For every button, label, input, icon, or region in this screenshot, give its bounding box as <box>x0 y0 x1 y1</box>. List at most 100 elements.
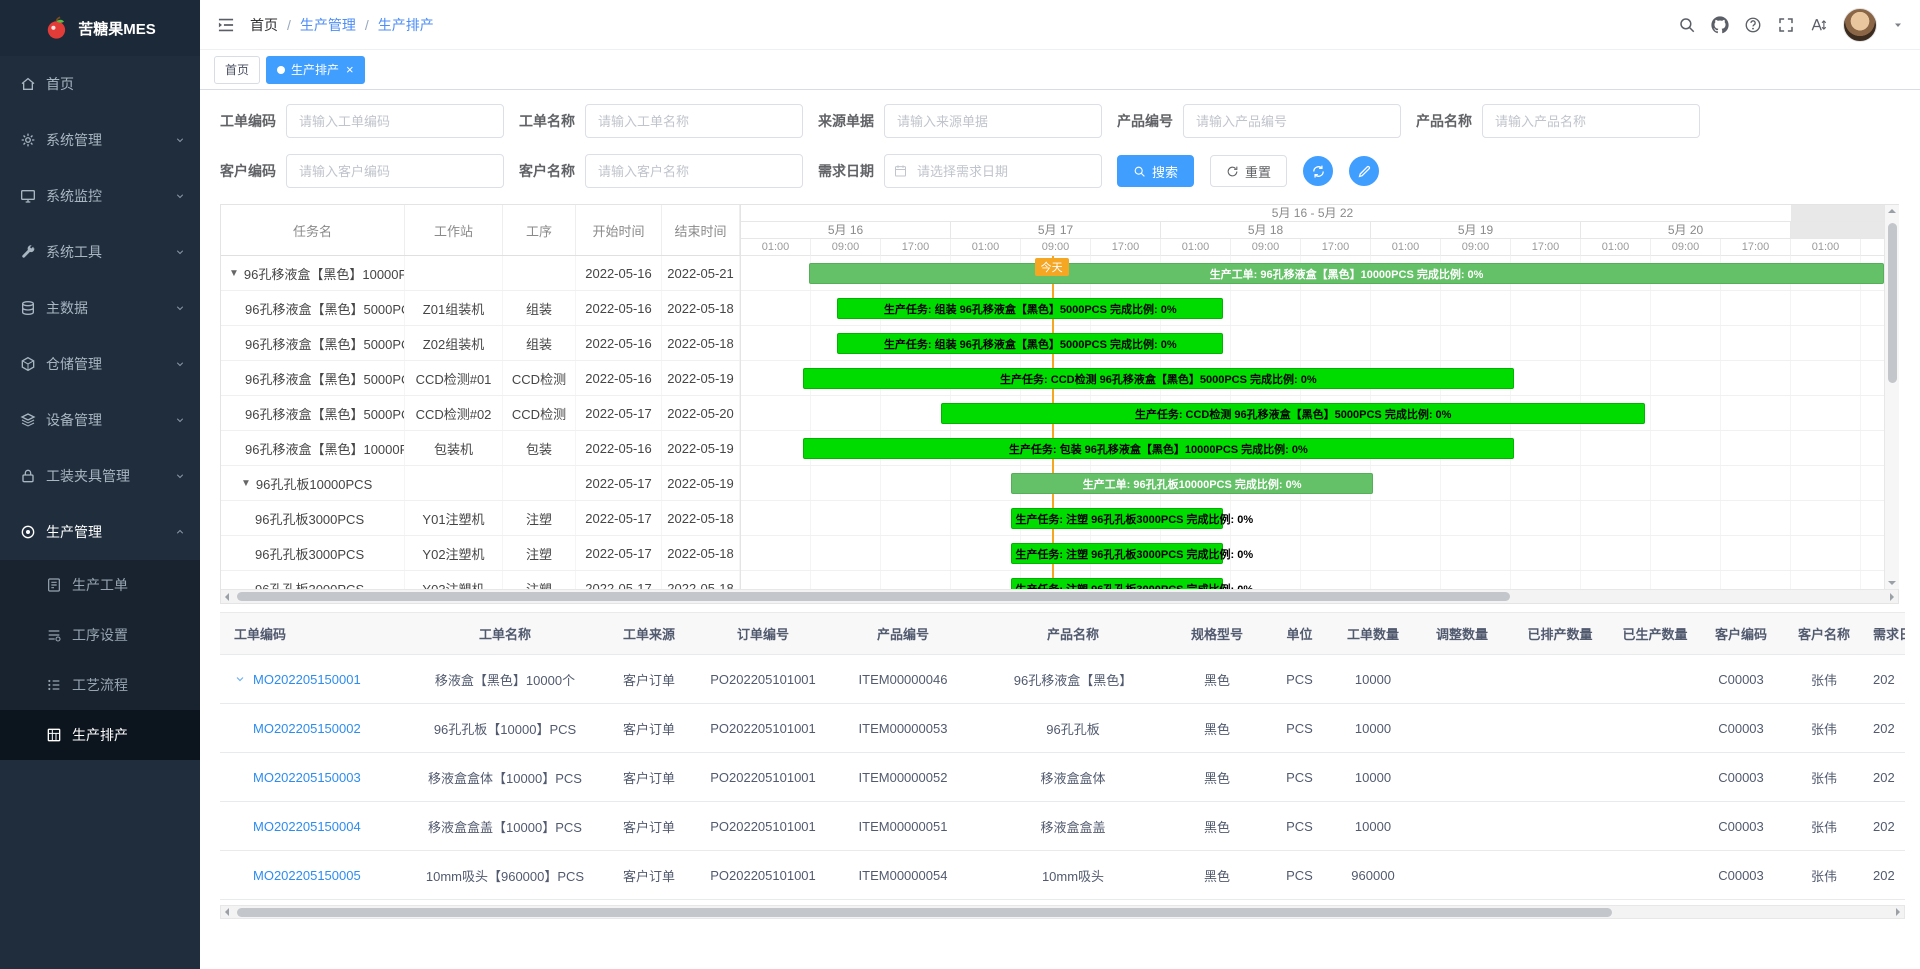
work-order-link[interactable]: MO202205150003 <box>253 770 361 785</box>
sidebar-item-home[interactable]: 首页 <box>0 56 200 112</box>
chevron-down-icon[interactable] <box>234 673 246 685</box>
filter-input-customer-code[interactable] <box>286 154 504 188</box>
gantt-task-row[interactable]: 96孔孔板3000PCSY01注塑机注塑2022-05-172022-05-18 <box>221 501 740 536</box>
filter-field-product-name: 产品名称 <box>1416 104 1700 138</box>
hamburger-icon[interactable] <box>216 15 236 35</box>
gantt-vertical-scrollbar[interactable] <box>1884 205 1899 589</box>
edit-button[interactable] <box>1349 156 1379 186</box>
collapse-icon[interactable]: ▼ <box>241 478 251 489</box>
filter-field-due-date: 需求日期 <box>818 154 1102 188</box>
work-order-row[interactable]: MO202205150003移液盒盒体【10000】PCS客户订单PO20220… <box>220 753 1905 802</box>
monitor-icon <box>20 188 36 204</box>
scroll-down-icon[interactable] <box>1888 581 1896 585</box>
work-order-row[interactable]: MO20220515000296孔孔板【10000】PCS客户订单PO20220… <box>220 704 1905 753</box>
filter-input-product-code[interactable] <box>1183 104 1401 138</box>
sidebar: 苦糖果MES 首页系统管理系统监控系统工具主数据仓储管理设备管理工装夹具管理生产… <box>0 0 200 969</box>
gantt-bar[interactable]: 生产工单: 96孔移液盒【黑色】10000PCS 完成比例: 0% <box>809 263 1884 284</box>
filter-input-source-doc[interactable] <box>884 104 1102 138</box>
sidebar-item-process-flow[interactable]: 工艺流程 <box>0 660 200 710</box>
work-order-row[interactable]: MO20220515000510mm吸头【960000】PCS客户订单PO202… <box>220 851 1905 900</box>
help-icon[interactable] <box>1744 16 1762 34</box>
gantt-hour-label: 01:00 <box>1791 239 1861 256</box>
sidebar-item-system[interactable]: 系统管理 <box>0 112 200 168</box>
scrollbar-thumb[interactable] <box>237 908 1612 917</box>
gantt-bar[interactable]: 生产任务: 组装 96孔移液盒【黑色】5000PCS 完成比例: 0% <box>837 298 1223 319</box>
gantt-column-header: 工作站 <box>405 205 503 255</box>
sidebar-item-production[interactable]: 生产管理 <box>0 504 200 560</box>
gear-icon <box>20 132 36 148</box>
work-order-link[interactable]: MO202205150005 <box>253 868 361 883</box>
table-column-header: 产品名称 <box>978 613 1168 655</box>
navbar-right <box>1678 8 1904 42</box>
filter-input-product-name[interactable] <box>1482 104 1700 138</box>
filter-input-work-order-name[interactable] <box>585 104 803 138</box>
breadcrumb-item-1[interactable]: 生产管理 <box>300 15 356 35</box>
filter-input-customer-name[interactable] <box>585 154 803 188</box>
github-icon[interactable] <box>1711 16 1729 34</box>
search-icon[interactable] <box>1678 16 1696 34</box>
work-order-link[interactable]: MO202205150002 <box>253 721 361 736</box>
sidebar-item-work-order[interactable]: 生产工单 <box>0 560 200 610</box>
search-button[interactable]: 搜索 <box>1117 155 1194 187</box>
sidebar-item-fixture[interactable]: 工装夹具管理 <box>0 448 200 504</box>
gantt-bar[interactable]: 生产任务: 组装 96孔移液盒【黑色】5000PCS 完成比例: 0% <box>837 333 1223 354</box>
gantt-task-row[interactable]: 96孔移液盒【黑色】5000PCSCCD检测#02CCD检测2022-05-17… <box>221 396 740 431</box>
avatar[interactable] <box>1843 8 1877 42</box>
sidebar-item-process-setting[interactable]: 工序设置 <box>0 610 200 660</box>
gantt-bar[interactable]: 生产任务: 包装 96孔移液盒【黑色】10000PCS 完成比例: 0% <box>803 438 1514 459</box>
gantt-task-row[interactable]: ▼96孔移液盒【黑色】10000PCS2022-05-162022-05-21 <box>221 256 740 291</box>
sidebar-item-tools[interactable]: 系统工具 <box>0 224 200 280</box>
gantt-horizontal-scrollbar[interactable] <box>221 589 1898 603</box>
gantt-task-row[interactable]: 96孔移液盒【黑色】5000PCSZ01组装机组装2022-05-162022-… <box>221 291 740 326</box>
collapse-icon[interactable]: ▼ <box>229 268 239 279</box>
scroll-left-icon[interactable] <box>225 908 229 916</box>
filter-label: 客户名称 <box>519 161 575 181</box>
table-horizontal-scrollbar[interactable] <box>220 905 1905 919</box>
sync-button[interactable] <box>1303 156 1333 186</box>
gantt-bar[interactable]: 生产任务: 注塑 96孔孔板3000PCS 完成比例: 0% <box>1011 508 1223 529</box>
breadcrumb-item-2[interactable]: 生产排产 <box>378 15 434 35</box>
breadcrumb-item-0[interactable]: 首页 <box>250 15 278 35</box>
work-order-row[interactable]: MO202205150001移液盒【黑色】10000个客户订单PO2022051… <box>220 655 1905 704</box>
tab-home[interactable]: 首页 <box>214 56 260 84</box>
gantt-task-row[interactable]: ▼96孔孔板10000PCS2022-05-172022-05-19 <box>221 466 740 501</box>
gantt-task-row[interactable]: 96孔孔板3000PCSY03注塑机注塑2022-05-172022-05-18 <box>221 571 740 589</box>
caret-down-icon[interactable] <box>1892 19 1904 31</box>
filter-input-work-order-code[interactable] <box>286 104 504 138</box>
scroll-right-icon[interactable] <box>1896 908 1900 916</box>
gantt-bar[interactable]: 生产任务: 注塑 96孔孔板3000PCS 完成比例: 0% <box>1011 543 1223 564</box>
filter-form: 工单编码工单名称来源单据产品编号产品名称客户编码客户名称需求日期搜索重置 <box>220 104 1920 188</box>
reset-button[interactable]: 重置 <box>1210 155 1287 187</box>
main-area: 首页/生产管理/生产排产 首页生产排产× 工单编码工单名称来源单据产品编号产品名… <box>200 0 1920 969</box>
filter-input-due-date[interactable] <box>884 154 1102 188</box>
sidebar-item-equipment[interactable]: 设备管理 <box>0 392 200 448</box>
gantt-bar[interactable]: 生产任务: CCD检测 96孔移液盒【黑色】5000PCS 完成比例: 0% <box>803 368 1514 389</box>
gantt-hour-label: 09:00 <box>1441 239 1511 256</box>
work-order-link[interactable]: MO202205150004 <box>253 819 361 834</box>
app-logo[interactable]: 苦糖果MES <box>0 0 200 56</box>
gantt-task-row[interactable]: 96孔孔板3000PCSY02注塑机注塑2022-05-172022-05-18 <box>221 536 740 571</box>
scroll-right-icon[interactable] <box>1890 593 1894 601</box>
sidebar-item-monitor[interactable]: 系统监控 <box>0 168 200 224</box>
scroll-left-icon[interactable] <box>225 593 229 601</box>
work-order-row[interactable]: MO202205150004移液盒盒盖【10000】PCS客户订单PO20220… <box>220 802 1905 851</box>
scroll-up-icon[interactable] <box>1888 209 1896 213</box>
gantt-task-row[interactable]: 96孔移液盒【黑色】5000PCSZ02组装机组装2022-05-162022-… <box>221 326 740 361</box>
schedule-icon <box>46 727 62 743</box>
gantt-bar[interactable]: 生产任务: 注塑 96孔孔板3000PCS 完成比例: 0% <box>1011 578 1223 589</box>
sidebar-item-master-data[interactable]: 主数据 <box>0 280 200 336</box>
fullscreen-icon[interactable] <box>1777 16 1795 34</box>
gantt-task-row[interactable]: 96孔移液盒【黑色】5000PCSCCD检测#01CCD检测2022-05-16… <box>221 361 740 396</box>
tab-scheduling[interactable]: 生产排产× <box>266 56 365 84</box>
gantt-task-row[interactable]: 96孔移液盒【黑色】10000PCS包装机包装2022-05-162022-05… <box>221 431 740 466</box>
gantt-bar[interactable]: 生产工单: 96孔孔板10000PCS 完成比例: 0% <box>1011 473 1372 494</box>
close-icon[interactable]: × <box>346 63 354 76</box>
scrollbar-thumb[interactable] <box>1888 223 1897 383</box>
sidebar-item-scheduling[interactable]: 生产排产 <box>0 710 200 760</box>
scrollbar-thumb[interactable] <box>237 592 1510 601</box>
sidebar-item-warehouse[interactable]: 仓储管理 <box>0 336 200 392</box>
work-order-link[interactable]: MO202205150001 <box>253 672 361 687</box>
font-size-icon[interactable] <box>1810 16 1828 34</box>
gantt-day-partial <box>1791 222 1884 239</box>
gantt-bar[interactable]: 生产任务: CCD检测 96孔移液盒【黑色】5000PCS 完成比例: 0% <box>941 403 1645 424</box>
